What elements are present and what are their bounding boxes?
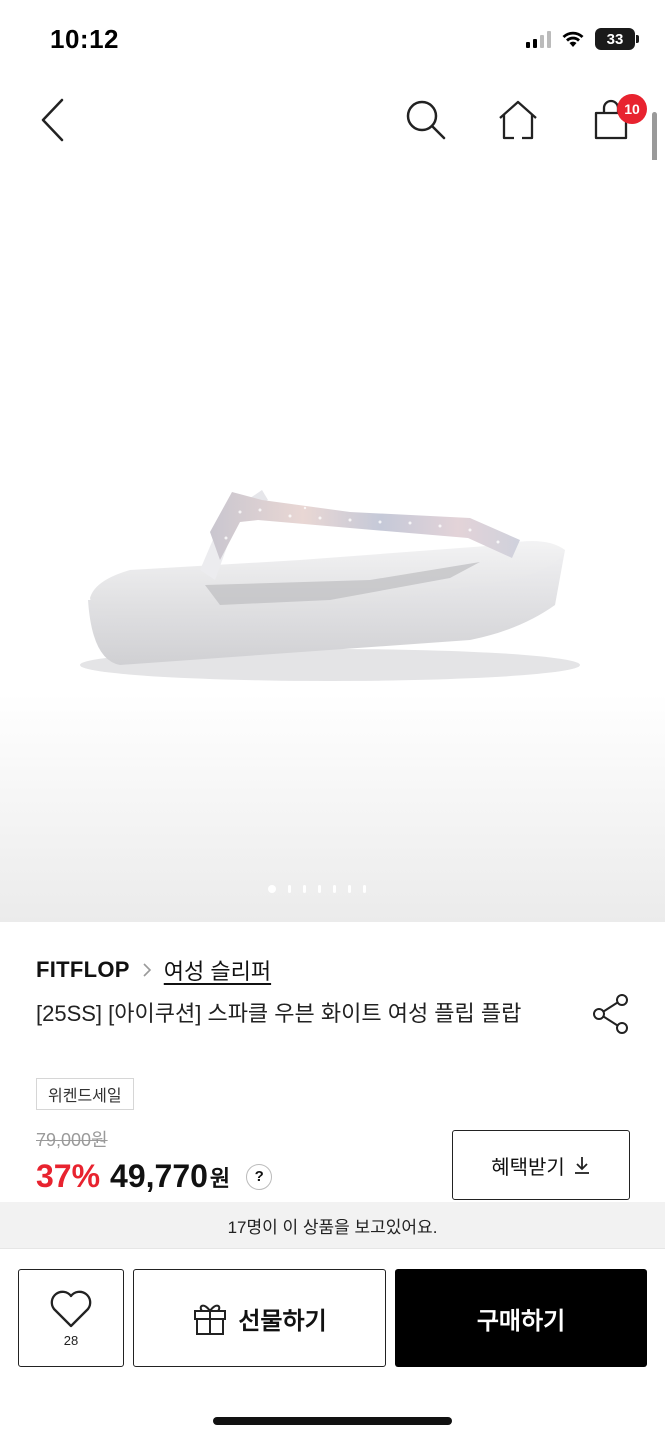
price-help-button[interactable]: ? xyxy=(246,1163,273,1190)
heart-icon xyxy=(50,1290,92,1327)
original-price: 79,000원 xyxy=(36,1130,108,1150)
wifi-icon xyxy=(562,31,584,47)
signal-icon xyxy=(526,30,551,48)
product-image-gallery[interactable] xyxy=(0,160,665,922)
back-button[interactable] xyxy=(25,92,81,148)
benefit-button-label: 혜택받기 xyxy=(491,1156,565,1179)
currency-unit: 원 xyxy=(209,1165,231,1191)
status-time: 10:12 xyxy=(50,24,119,54)
viewers-banner: 17명이 이 상품을 보고있어요. xyxy=(0,1202,665,1248)
chevron-left-icon xyxy=(41,98,64,142)
benefit-button[interactable]: 혜택받기 xyxy=(452,1130,630,1200)
battery-icon: 33 xyxy=(595,28,639,50)
download-icon xyxy=(574,1157,589,1174)
breadcrumb: FITFLOP 여성 슬리퍼 xyxy=(36,954,271,986)
pagination-dot[interactable] xyxy=(333,885,336,893)
price-row: 37% 49,770 원 ? xyxy=(36,1158,273,1195)
gift-button[interactable]: 선물하기 xyxy=(133,1269,386,1367)
wishlist-button[interactable]: 28 xyxy=(18,1269,124,1367)
search-icon xyxy=(406,100,446,140)
home-icon xyxy=(499,100,537,140)
buy-button-label: 구매하기 xyxy=(476,1307,566,1335)
gallery-pagination[interactable] xyxy=(268,885,366,893)
share-button[interactable] xyxy=(590,994,634,1034)
discount-rate: 37% xyxy=(36,1158,101,1194)
pagination-dot[interactable] xyxy=(303,885,306,893)
pagination-dot[interactable] xyxy=(318,885,321,893)
share-icon xyxy=(593,994,628,1034)
gift-button-label: 선물하기 xyxy=(238,1307,327,1335)
pagination-dot[interactable] xyxy=(288,885,291,893)
home-indicator[interactable] xyxy=(213,1417,452,1425)
chevron-right-icon xyxy=(143,963,151,977)
wishlist-count: 28 xyxy=(63,1332,79,1348)
sale-price: 49,770 xyxy=(110,1158,208,1194)
pagination-dot-active[interactable] xyxy=(268,885,276,893)
pagination-dot[interactable] xyxy=(348,885,351,893)
home-button[interactable] xyxy=(490,92,546,148)
cart-count-badge: 10 xyxy=(617,94,647,124)
product-title: [25SS] [아이쿠션] 스파클 우븐 화이트 여성 플립 플랍 xyxy=(36,1001,522,1026)
top-nav: 10 xyxy=(0,80,665,160)
bottom-action-bar: 28 선물하기 구매하기 xyxy=(0,1248,665,1440)
search-button[interactable] xyxy=(398,92,454,148)
viewers-text: 17명이 이 상품을 보고있어요. xyxy=(227,1217,438,1237)
cart-button[interactable]: 10 xyxy=(583,92,647,148)
brand-name[interactable]: FITFLOP xyxy=(36,957,130,983)
status-bar: 10:12 33 xyxy=(0,0,665,80)
battery-level: 33 xyxy=(606,30,624,48)
status-icons: 33 xyxy=(526,28,639,50)
pagination-dot[interactable] xyxy=(363,885,366,893)
product-image xyxy=(80,490,580,681)
gift-icon xyxy=(194,1304,227,1335)
sale-tag: 위켄드세일 xyxy=(36,1078,134,1110)
category-link[interactable]: 여성 슬리퍼 xyxy=(164,954,271,986)
buy-button[interactable]: 구매하기 xyxy=(395,1269,647,1367)
